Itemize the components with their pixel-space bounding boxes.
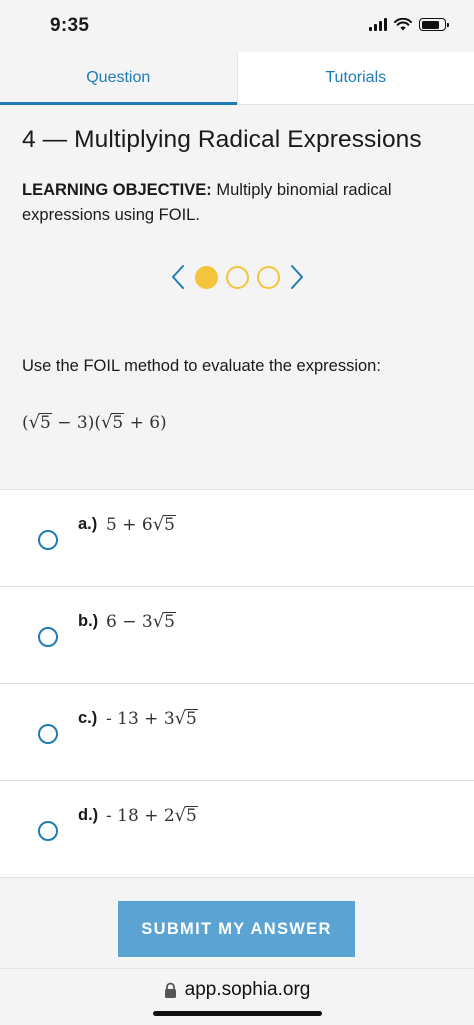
option-expression: 5 + 6 √ 5 (106, 514, 176, 536)
answer-option-a[interactable]: a.) 5 + 6 √ 5 (0, 490, 474, 587)
option-expression: - 13 + 3 √ 5 (106, 708, 198, 730)
answer-option-c[interactable]: c.) - 13 + 3 √ 5 (0, 684, 474, 781)
url-display[interactable]: app.sophia.org (0, 979, 474, 1001)
status-icons (369, 18, 449, 31)
radio-button[interactable] (38, 821, 58, 841)
option-letter: d.) (78, 806, 99, 824)
lock-icon (164, 982, 176, 998)
pager-dot-2[interactable] (225, 265, 249, 289)
answer-option-b[interactable]: b.) 6 − 3 √ 5 (0, 587, 474, 684)
radio-button[interactable] (38, 530, 58, 550)
objective-label: LEARNING OBJECTIVE: (22, 181, 212, 199)
chevron-left-icon[interactable] (167, 262, 189, 292)
wifi-icon (394, 18, 412, 31)
sqrt-term: √ 5 (100, 412, 125, 434)
pager-dot-3[interactable] (256, 265, 280, 289)
status-time: 9:35 (50, 15, 90, 36)
sqrt-term: √ 5 (28, 412, 52, 434)
tab-tutorials[interactable]: Tutorials (236, 52, 474, 104)
question-pager (0, 262, 474, 292)
browser-url-bar: app.sophia.org (0, 968, 474, 1025)
home-indicator (153, 1011, 322, 1016)
expr-paren: ( (22, 413, 29, 433)
chevron-right-icon[interactable] (286, 262, 308, 292)
answer-options: a.) 5 + 6 √ 5 b.) 6 − 3 √ 5 c.) - 13 + 3 √ 5 d… (0, 489, 474, 878)
page-title: 4 — Multiplying Radical Expressions (22, 126, 422, 153)
signal-icon (369, 18, 387, 31)
option-letter: c.) (78, 709, 98, 727)
tab-question[interactable]: Question (0, 52, 237, 105)
answer-option-d[interactable]: d.) - 18 + 2 √ 5 (0, 781, 474, 878)
option-expression: - 18 + 2 √ 5 (106, 805, 198, 827)
tab-bar: Question Tutorials (0, 52, 474, 105)
question-expression: (√ 5 − 3)(√ 5 + 6) (22, 412, 167, 433)
url-text: app.sophia.org (184, 979, 311, 1000)
radio-button[interactable] (38, 627, 58, 647)
pager-dot-1[interactable] (194, 265, 218, 289)
expr-part: + 6) (124, 413, 167, 433)
radio-button[interactable] (38, 724, 58, 744)
option-letter: a.) (78, 515, 98, 533)
expr-part: − 3)( (51, 413, 101, 433)
option-letter: b.) (78, 612, 99, 630)
status-bar: 9:35 (0, 0, 474, 52)
submit-answer-button[interactable]: SUBMIT MY ANSWER (118, 901, 355, 957)
learning-objective: LEARNING OBJECTIVE: Multiply binomial ra… (22, 178, 442, 228)
question-prompt: Use the FOIL method to evaluate the expr… (22, 357, 381, 375)
option-expression: 6 − 3 √ 5 (106, 611, 176, 633)
battery-icon (419, 18, 449, 31)
